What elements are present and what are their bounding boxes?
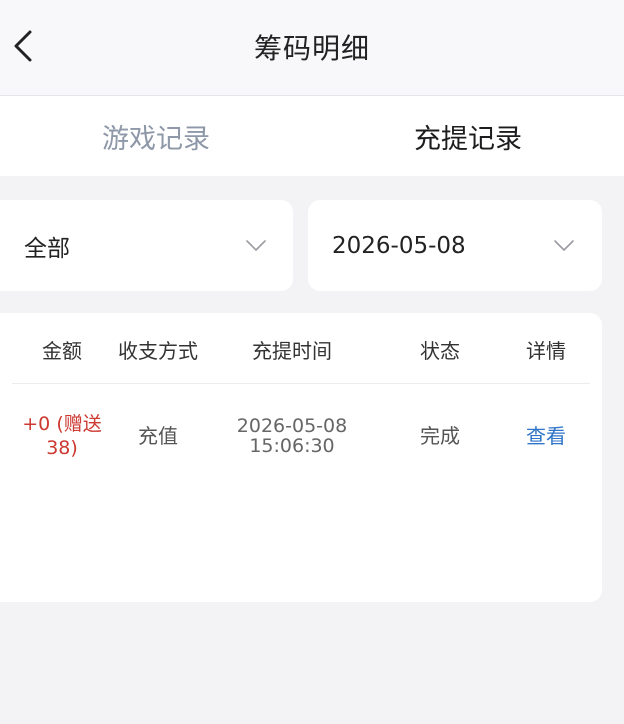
view-detail-link[interactable]: 查看 [500, 401, 592, 471]
column-header-time: 充提时间 [252, 338, 332, 363]
amount-line-2: 38) [46, 437, 78, 459]
column-header-status: 状态 [420, 338, 460, 363]
cell-amount: +0 (赠送 38) [14, 401, 110, 471]
amount-line-1: +0 (赠送 [22, 413, 102, 435]
type-filter-dropdown[interactable]: 全部 [0, 200, 293, 291]
record-date: 2026-05-08 [236, 415, 348, 437]
cell-time: 2026-05-08 15:06:30 [212, 401, 372, 471]
cell-method: 充值 [138, 423, 178, 448]
date-filter-dropdown[interactable]: 2026-05-08 [308, 200, 602, 291]
column-header-detail: 详情 [526, 338, 566, 363]
record-time: 15:06:30 [249, 435, 335, 457]
chevron-down-icon [554, 240, 574, 251]
record-tabs: 游戏记录 充提记录 [0, 96, 624, 176]
date-filter-value: 2026-05-08 [332, 232, 466, 259]
top-navigation-bar: 筹码明细 [0, 0, 624, 96]
tab-game-records[interactable]: 游戏记录 [0, 96, 312, 176]
tab-recharge-withdraw-records[interactable]: 充提记录 [312, 96, 624, 176]
page-title: 筹码明细 [253, 32, 370, 65]
chevron-down-icon [246, 240, 266, 251]
table-divider [12, 383, 590, 384]
records-table: 金额 收支方式 充提时间 状态 详情 +0 (赠送 38) 充值 2026-05… [0, 313, 602, 602]
column-header-amount: 金额 [42, 338, 82, 363]
type-filter-value: 全部 [24, 235, 70, 262]
cell-status: 完成 [420, 423, 460, 448]
column-header-method: 收支方式 [118, 338, 198, 363]
